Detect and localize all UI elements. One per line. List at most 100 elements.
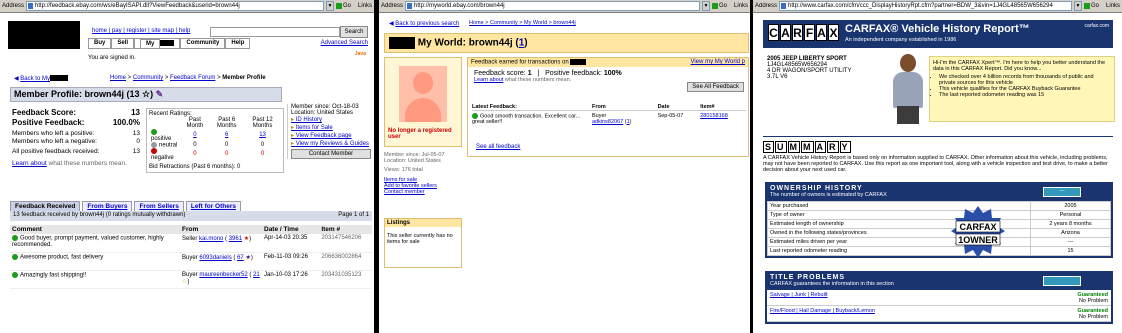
table-row: Amazingly fast shipping!! Buyer maureenb…: [10, 270, 372, 289]
nav-my[interactable]: My: [134, 38, 181, 49]
id-history-link[interactable]: ID History: [291, 116, 371, 123]
crumb-community[interactable]: Community: [133, 75, 163, 81]
feedback-table: Comment From Date / Time Item # Good buyer,…: [10, 225, 372, 289]
xpert-figure: [889, 52, 927, 124]
table-row: Estimated miles driven per year ---: [767, 237, 1111, 247]
carfax-logo: CARFAX: [768, 24, 839, 41]
view-reviews-link[interactable]: View my Reviews & Guides: [291, 140, 371, 147]
top-links[interactable]: home | pay | register | site map | help: [92, 28, 190, 34]
links-label[interactable]: Links: [356, 3, 372, 9]
table-row: Owned in the following states/provinces A…: [767, 228, 1111, 238]
ebay-myworld-window: Address http://myworld.ebay.com/brown44j…: [379, 0, 750, 333]
signed-in-text: You are signed in.: [88, 55, 136, 61]
one-owner-badge-icon: CARFAX 1OWNER: [951, 206, 1005, 258]
positive-icon: [12, 271, 18, 278]
go-arrow-icon: [711, 3, 718, 9]
table-row: Type of owner Personal: [767, 210, 1111, 220]
url-field[interactable]: http://myworld.ebay.com/brown44j: [405, 1, 700, 11]
tab-from-buyers[interactable]: From Buyers: [82, 201, 133, 211]
user-link[interactable]: kai.mono: [199, 236, 223, 242]
chevron-down-icon[interactable]: ▼: [701, 1, 710, 11]
learn-about-link[interactable]: Learn about: [12, 160, 47, 167]
go-button[interactable]: Go: [335, 1, 354, 11]
positive-icon: [472, 113, 478, 119]
ownership-badge-button[interactable]: —: [1043, 187, 1081, 197]
logo-redacted: [389, 37, 415, 49]
tab-feedback-received[interactable]: Feedback Received: [10, 201, 81, 211]
view-myworld-link[interactable]: View my My World p: [691, 59, 745, 66]
star-icon: ★: [245, 254, 251, 261]
rating-row-positive: positive 0 6 13: [149, 129, 281, 142]
address-label: Address: [755, 3, 778, 9]
contact-member-button[interactable]: Contact Member: [291, 149, 371, 159]
svg-text:CARFAX: CARFAX: [959, 222, 996, 232]
recent-ratings: Recent Ratings: Past Month Past 6 Months P…: [146, 108, 284, 173]
rating-row-negative: negative 0 0 0: [149, 148, 281, 161]
breadcrumb[interactable]: Home > Community > My World > brown44j: [469, 20, 576, 26]
positive-icon: [151, 129, 157, 135]
url-field[interactable]: http://www.carfax.com/cfm/ccc_DisplayHis…: [779, 1, 1072, 11]
feedback-count-bar: 13 feedback received by brown44j (0 rati…: [10, 211, 372, 221]
contact-member-link[interactable]: Contact member: [384, 189, 462, 195]
user-link[interactable]: 6093daniels: [199, 255, 231, 261]
see-all-feedback-link[interactable]: See all feedback: [476, 144, 520, 150]
chevron-down-icon[interactable]: ▼: [1073, 1, 1082, 11]
search-input[interactable]: [210, 27, 340, 37]
go-button[interactable]: Go: [1083, 1, 1102, 11]
feedback-summary: Feedback Score: 13 Positive Feedback: 100.…: [12, 108, 140, 167]
report-subtitle: An independent company established in 19…: [845, 37, 957, 43]
crumb-home[interactable]: Home: [110, 75, 126, 81]
ebay-profile-window: Address http://feedback.ebay.com/ws/eBay…: [0, 0, 374, 333]
url-field[interactable]: http://feedback.ebay.com/ws/eBayISAPI.dl…: [26, 1, 324, 11]
feedback-panel: Feedback earned for transactions on View…: [467, 57, 749, 157]
nav-help[interactable]: Help: [225, 38, 251, 49]
java-badge: Java: [354, 51, 366, 57]
search-button[interactable]: Search: [340, 26, 368, 38]
view-feedback-page-link[interactable]: View Feedback page: [291, 132, 371, 139]
chevron-down-icon[interactable]: ▼: [325, 1, 334, 11]
go-button[interactable]: Go: [711, 1, 730, 11]
see-all-feedback-button[interactable]: See All Feedback: [687, 82, 744, 92]
links-label[interactable]: Links: [732, 3, 748, 9]
nav-buy[interactable]: Buy: [88, 38, 112, 49]
learn-about-link[interactable]: Learn about: [474, 77, 503, 83]
address-label: Address: [2, 3, 25, 9]
table-row: Good buyer, prompt payment, valued custo…: [10, 234, 372, 253]
listings-box: Listings This seller currently has no it…: [384, 218, 462, 268]
user-link[interactable]: maureenbecker52: [199, 272, 247, 278]
me-icon: ✎: [155, 89, 164, 99]
main-nav: Buy Sell My Community Help: [88, 38, 251, 49]
member-info: Member since: Oct-18-03 Location: United…: [287, 104, 371, 159]
links-label[interactable]: Links: [1104, 3, 1120, 9]
page-title: My World: brown44j (1): [384, 33, 749, 53]
title-problems: TITLE PROBLEMS CARFAX guarantees the inf…: [765, 271, 1113, 324]
crumb-forum[interactable]: Feedback Forum: [170, 75, 215, 81]
report-title: CARFAX® Vehicle History Report™: [845, 23, 1030, 35]
user-link[interactable]: adkins82067: [592, 119, 623, 125]
tab-left-for-others[interactable]: Left for Others: [185, 201, 241, 211]
title-badge-button[interactable]: [1043, 276, 1081, 286]
table-row: Year purchased 2005: [767, 201, 1111, 211]
star-icon: ☆: [182, 278, 188, 285]
nav-community[interactable]: Community: [180, 38, 226, 49]
back-to-search-link[interactable]: ◀ Back to previous search: [389, 20, 459, 27]
nav-sell[interactable]: Sell: [111, 38, 135, 49]
ebay-logo-redacted[interactable]: [8, 21, 80, 49]
items-for-sale-link[interactable]: Items for Sale: [291, 124, 371, 131]
back-link[interactable]: ◀ Back to My: [14, 75, 68, 82]
xpert-callout: Hi-I'm the CARFAX Xpert™. I'm here to he…: [929, 56, 1115, 122]
advanced-search-link[interactable]: Advanced Search: [321, 40, 368, 46]
site-label: carfax.com: [1084, 23, 1109, 29]
table-row: Good smooth transaction. Excellent car..…: [472, 113, 728, 126]
avatar: [399, 66, 447, 122]
rating-row-neutral: neutral 0 0 0: [149, 141, 281, 148]
table-row: Awesome product, fast delivery Buyer 609…: [10, 252, 372, 271]
table-row: Estimated length of ownership 2 years 8 m…: [767, 219, 1111, 229]
not-registered-text: No longer a registered user: [388, 128, 452, 140]
go-arrow-icon: [1083, 3, 1090, 9]
table-row: Last reported odometer reading 15: [767, 246, 1111, 256]
title-row: Salvage | Junk | Rebuilt Guaranteed No Pr…: [767, 290, 1111, 306]
address-bar: Address http://myworld.ebay.com/brown44j…: [379, 0, 750, 13]
tab-from-sellers[interactable]: From Sellers: [134, 201, 184, 211]
title-row: Fire/Flood | Hail Damage | Buyback/Lemon…: [767, 306, 1111, 322]
